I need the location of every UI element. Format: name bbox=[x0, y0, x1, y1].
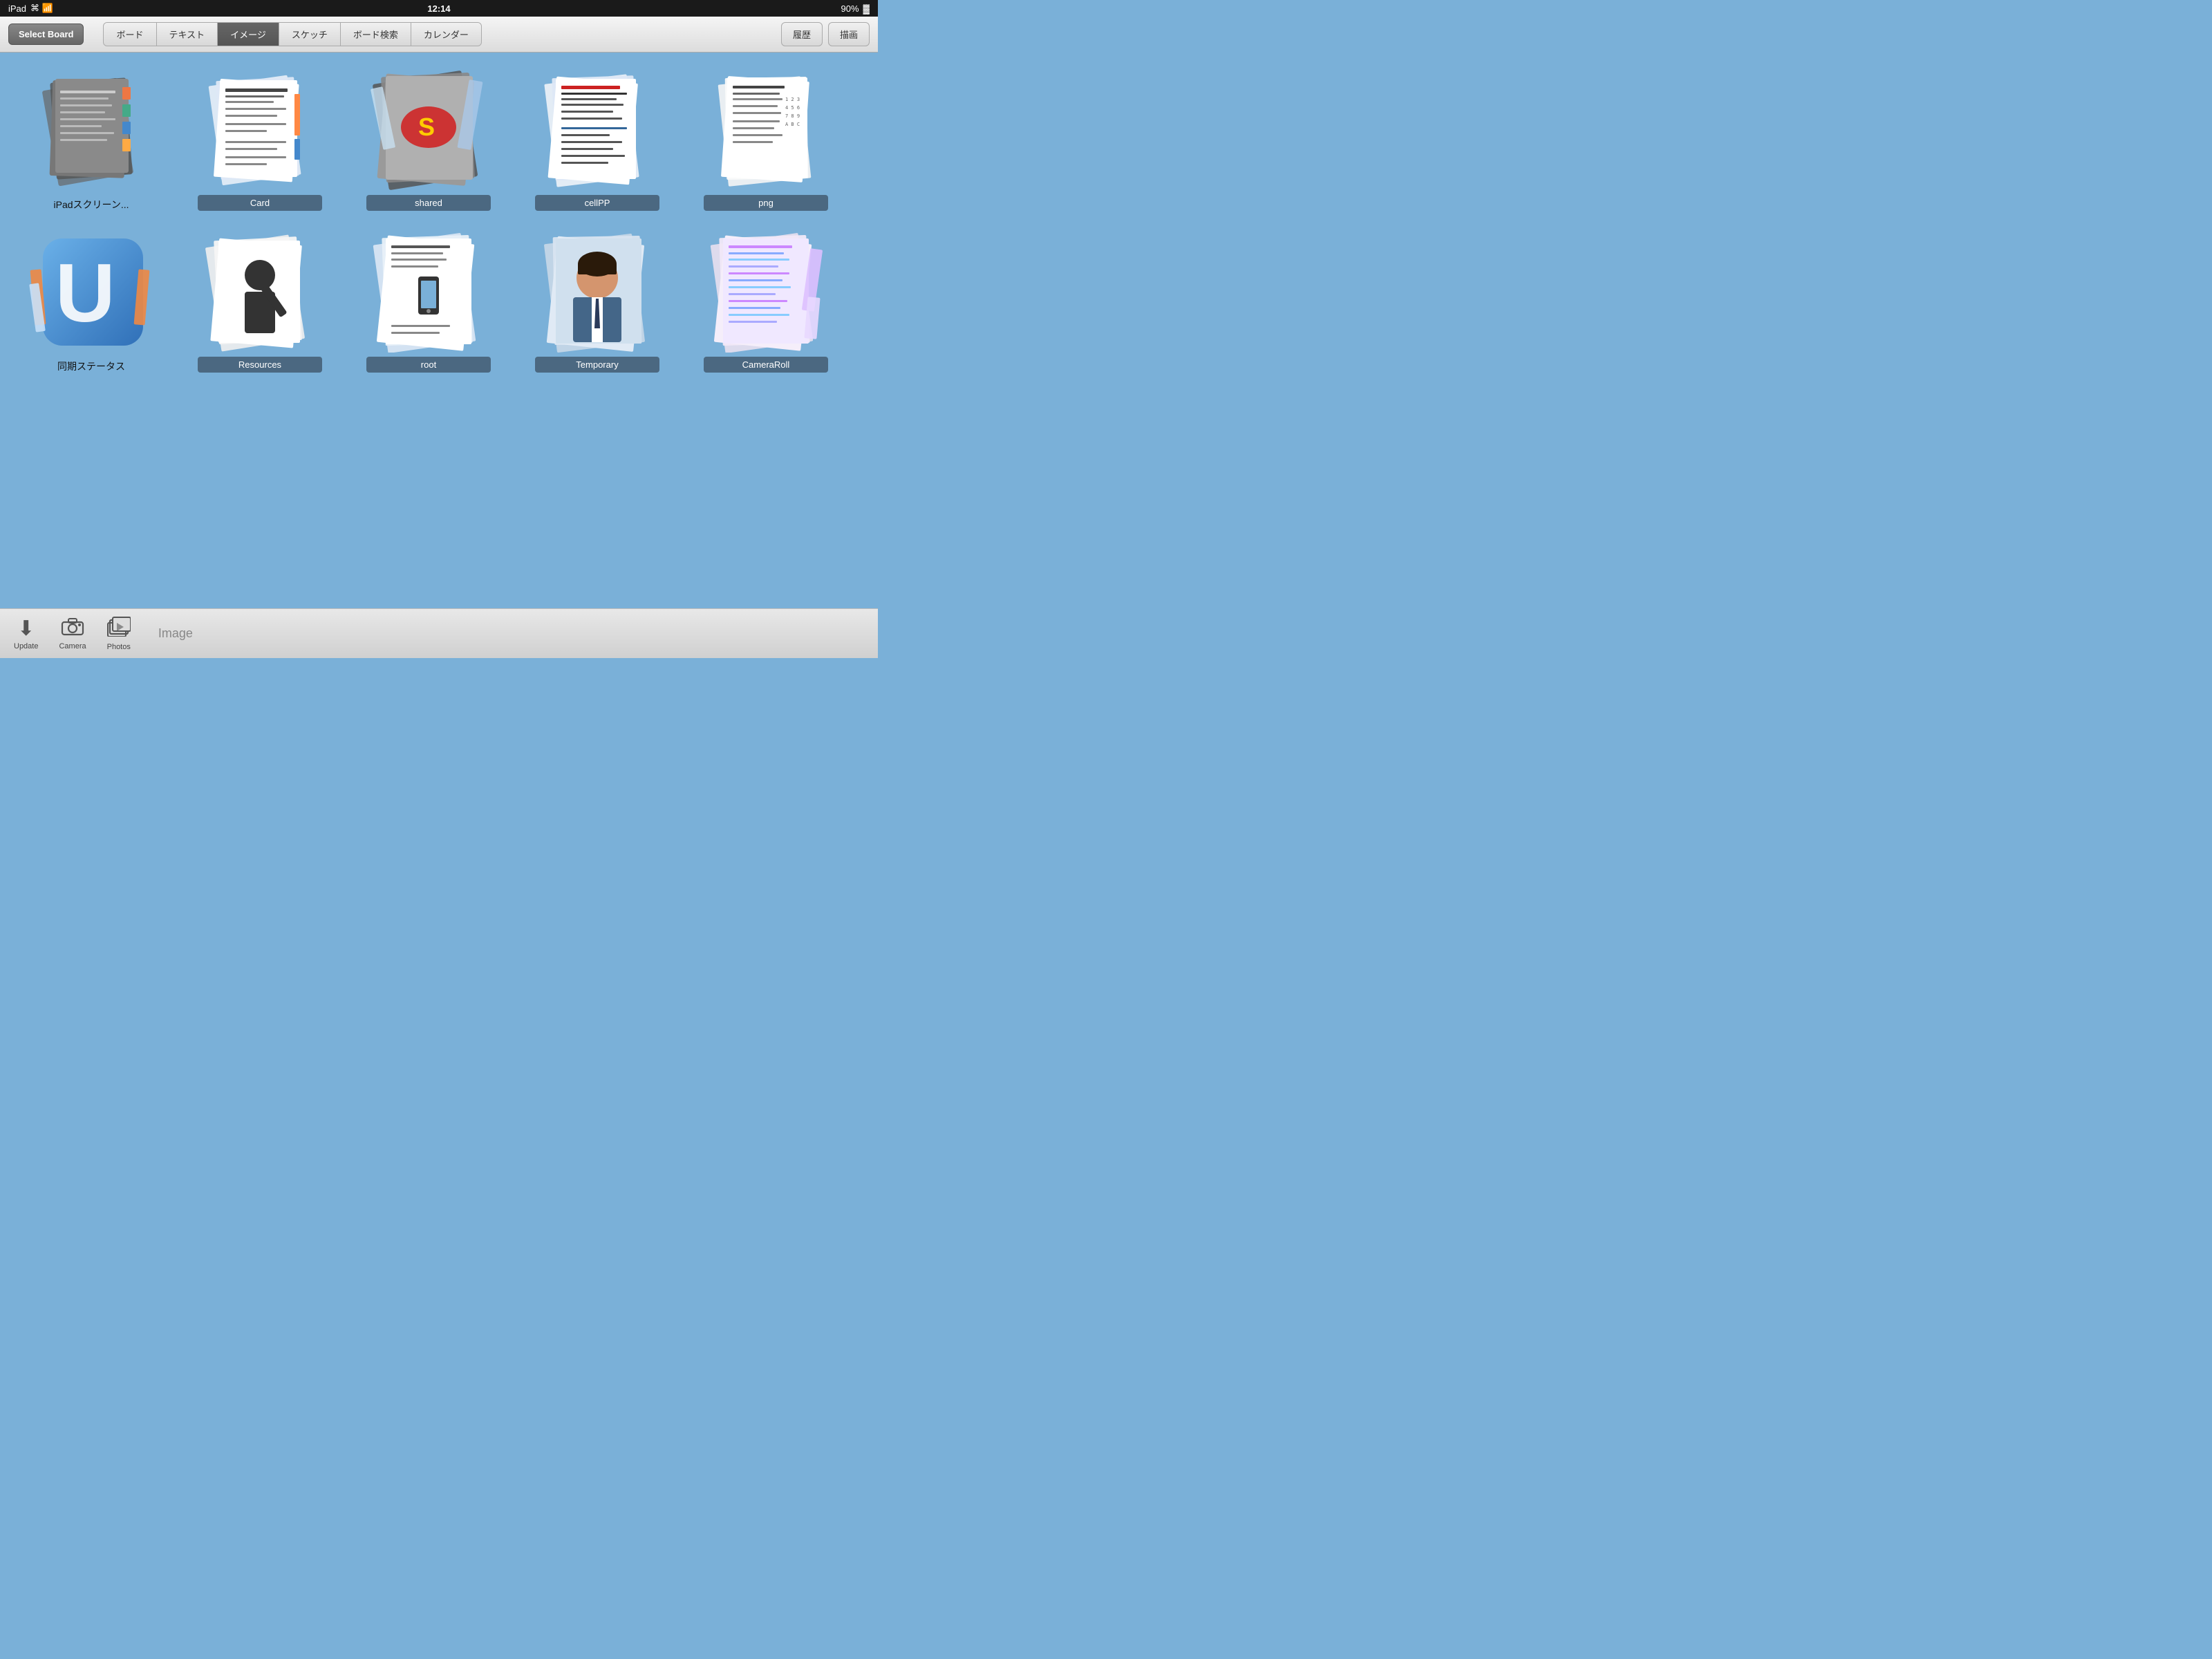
grid-item-root[interactable]: root bbox=[351, 228, 506, 376]
tab-text[interactable]: テキスト bbox=[157, 23, 218, 46]
tab-board[interactable]: ボード bbox=[104, 23, 156, 46]
ipad-screen-label: iPadスクリーン... bbox=[29, 195, 153, 214]
nav-tabs: ボード テキスト イメージ スケッチ ボード検索 カレンダー bbox=[103, 22, 481, 46]
toolbar: Select Board ボード テキスト イメージ スケッチ ボード検索 カレ… bbox=[0, 17, 878, 53]
update-tool[interactable]: ⬇ Update bbox=[14, 617, 38, 650]
tab-image[interactable]: イメージ bbox=[218, 23, 279, 46]
bottom-title: Image bbox=[158, 626, 193, 641]
svg-text:U: U bbox=[55, 247, 115, 339]
battery-icon: ▓ bbox=[863, 3, 870, 14]
svg-text:1 2 3: 1 2 3 bbox=[785, 97, 800, 102]
ipad-screen-thumb bbox=[29, 66, 153, 191]
cameraroll-label: CameraRoll bbox=[704, 357, 828, 373]
png-label: png bbox=[704, 195, 828, 211]
wifi-icon: ⌘ 📶 bbox=[30, 3, 53, 14]
card-label: Card bbox=[198, 195, 322, 211]
cellpp-thumb bbox=[535, 66, 659, 191]
svg-text:7 8 9: 7 8 9 bbox=[785, 113, 800, 119]
tab-calendar[interactable]: カレンダー bbox=[411, 23, 481, 46]
root-label: root bbox=[366, 357, 491, 373]
device-label: iPad bbox=[8, 3, 26, 14]
photos-icon bbox=[107, 616, 131, 641]
svg-text:S: S bbox=[418, 113, 435, 141]
image-grid: iPadスクリーン... bbox=[14, 66, 843, 376]
draw-button[interactable]: 描画 bbox=[828, 22, 870, 46]
temporary-thumb bbox=[535, 228, 659, 353]
select-board-button[interactable]: Select Board bbox=[8, 24, 84, 45]
grid-item-resources[interactable]: Resources bbox=[182, 228, 337, 376]
camera-tool[interactable]: Camera bbox=[59, 617, 86, 650]
cameraroll-thumb bbox=[704, 228, 828, 353]
photos-tool[interactable]: Photos bbox=[107, 616, 131, 651]
shared-thumb: S bbox=[366, 66, 491, 191]
camera-icon bbox=[61, 617, 84, 641]
cellpp-label: cellPP bbox=[535, 195, 659, 211]
grid-item-temporary[interactable]: Temporary bbox=[520, 228, 675, 376]
history-button[interactable]: 履歴 bbox=[781, 22, 823, 46]
camera-label: Camera bbox=[59, 642, 86, 650]
svg-text:4 5 6: 4 5 6 bbox=[785, 105, 800, 111]
status-time: 12:14 bbox=[427, 3, 450, 14]
tab-sketch[interactable]: スケッチ bbox=[279, 23, 341, 46]
status-bar: iPad ⌘ 📶 12:14 90% ▓ bbox=[0, 0, 878, 17]
update-label: Update bbox=[14, 642, 38, 650]
status-left: iPad ⌘ 📶 bbox=[8, 3, 53, 14]
shared-label: shared bbox=[366, 195, 491, 211]
card-thumb bbox=[198, 66, 322, 191]
grid-item-sync[interactable]: U 同期ステータス bbox=[14, 228, 169, 376]
grid-item-card[interactable]: Card bbox=[182, 66, 337, 214]
status-right: 90% ▓ bbox=[841, 3, 870, 14]
update-icon: ⬇ bbox=[17, 617, 35, 641]
main-content: iPadスクリーン... bbox=[0, 53, 878, 608]
png-thumb: 1 2 3 4 5 6 7 8 9 A B C bbox=[704, 66, 828, 191]
bottom-bar: ⬇ Update Camera Photos Image bbox=[0, 608, 878, 658]
grid-item-png[interactable]: 1 2 3 4 5 6 7 8 9 A B C png bbox=[688, 66, 843, 214]
grid-item-cellpp[interactable]: cellPP bbox=[520, 66, 675, 214]
root-thumb bbox=[366, 228, 491, 353]
sync-label: 同期ステータス bbox=[29, 357, 153, 376]
grid-item-shared[interactable]: S shared bbox=[351, 66, 506, 214]
temporary-label: Temporary bbox=[535, 357, 659, 373]
svg-text:A B C: A B C bbox=[785, 122, 800, 127]
tab-board-search[interactable]: ボード検索 bbox=[341, 23, 411, 46]
grid-item-ipad-screen[interactable]: iPadスクリーン... bbox=[14, 66, 169, 214]
grid-item-cameraroll[interactable]: CameraRoll bbox=[688, 228, 843, 376]
photos-label: Photos bbox=[107, 643, 131, 651]
resources-label: Resources bbox=[198, 357, 322, 373]
toolbar-right: 履歴 描画 bbox=[781, 22, 870, 46]
battery-label: 90% bbox=[841, 3, 859, 14]
resources-thumb bbox=[198, 228, 322, 353]
sync-thumb: U bbox=[29, 228, 153, 353]
